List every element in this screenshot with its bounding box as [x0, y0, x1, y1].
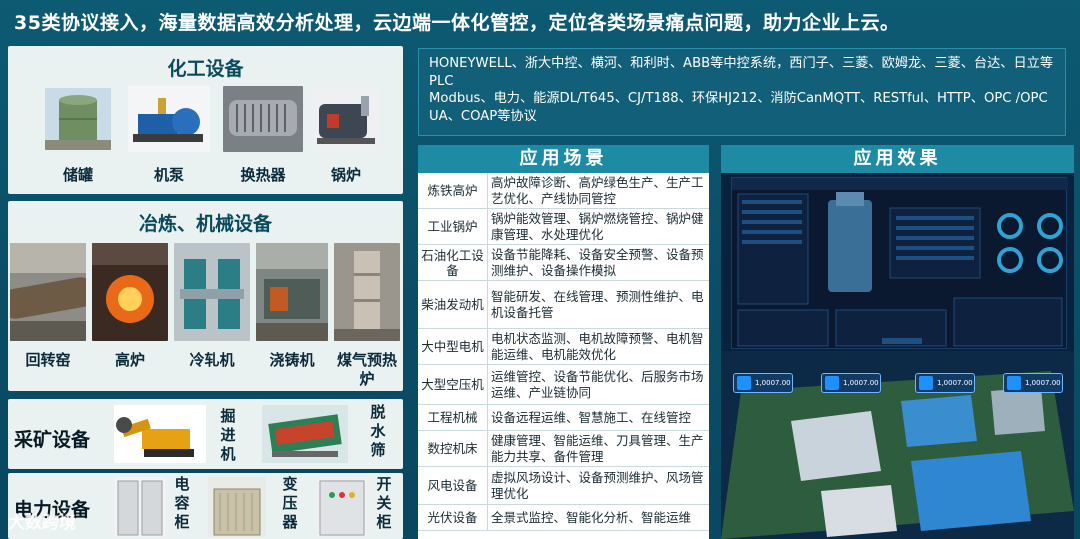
page-headline: 35类协议接入，海量数据高效分析处理，云边端一体化管控，定位各类场景痛点问题，助… — [14, 12, 900, 34]
protocol-systems-text: HONEYWELL、浙大中控、横河、和利时、ABB等中控系统，西门子、三菱、欧姆… — [429, 56, 1054, 89]
metallurgy-item-rotary-kiln: 回转窑 — [25, 351, 71, 369]
metallurgy-item-gas-preheater: 煤气预热炉 — [336, 351, 397, 388]
mining-panel-title: 采矿设备 — [14, 429, 91, 451]
row-key: 石油化工设备 — [418, 245, 488, 280]
row-key: 工程机械 — [418, 405, 488, 430]
application-scenarios-table: 应用场景 炼铁高炉 高炉故障诊断、高炉绿色生产、生产工艺优化、产线协同管控 工业锅… — [418, 145, 709, 539]
rotary-kiln-image — [10, 243, 86, 341]
metallurgy-equipment-panel: 冶炼、机械设备 回转窑 高炉 冷轧机 浇铸机 煤气预热炉 — [8, 201, 403, 391]
row-value: 智能研发、在线管理、预测性维护、电机设备托管 — [491, 289, 704, 320]
mining-equipment-panel: 采矿设备 掘进机 脱水筛 — [8, 399, 403, 469]
table-row: 风电设备 虚拟风场设计、设备预测维护、风场管理优化 — [418, 467, 709, 505]
mining-item-dewatering-screen: 脱水筛 — [370, 403, 386, 459]
roadheader-image — [114, 405, 206, 463]
chemical-item-pump: 机泵 — [153, 166, 184, 184]
dewatering-screen-image — [262, 405, 348, 463]
row-key: 大型空压机 — [418, 365, 488, 404]
stat-card-value: 1,0007.00 — [755, 379, 791, 387]
watermark-text: 大数跨境 — [8, 513, 76, 533]
table-row: 柴油发动机 智能研发、在线管理、预测性维护、电机设备托管 — [418, 281, 709, 329]
row-key: 光伏设备 — [418, 505, 488, 530]
metallurgy-item-cold-rolling-mill: 冷轧机 — [189, 351, 235, 369]
switch-cabinet-image — [316, 477, 368, 537]
chemical-item-boiler: 锅炉 — [330, 166, 361, 184]
row-key: 柴油发动机 — [418, 281, 488, 328]
protocol-support-box: HONEYWELL、浙大中控、横河、和利时、ABB等中控系统，西门子、三菱、欧姆… — [418, 48, 1066, 136]
casting-machine-image — [256, 243, 328, 341]
table-row: 大型空压机 运维管控、设备节能优化、后服务市场运维、产业链协同 — [418, 365, 709, 405]
capacitor-cabinet-image — [114, 477, 166, 537]
stat-card-icon — [825, 376, 839, 390]
table-row: 工业锅炉 锅炉能效管理、锅炉燃烧管控、锅炉健康管理、水处理优化 — [418, 209, 709, 245]
stat-card-icon — [737, 376, 751, 390]
application-effect-panel: 应用效果 1,0007.00 1,0007.00 1,0007.00 1,000… — [721, 145, 1074, 539]
transformer-image — [208, 477, 266, 537]
table-row: 数控机床 健康管理、智能运维、刀具管理、生产能力共享、备件管理 — [418, 431, 709, 467]
application-scenarios-title: 应用场景 — [418, 145, 709, 173]
power-item-transformer: 变压器 — [282, 475, 298, 531]
metallurgy-panel-title: 冶炼、机械设备 — [138, 213, 272, 235]
row-value: 锅炉能效管理、锅炉燃烧管控、锅炉健康管理、水处理优化 — [491, 211, 704, 242]
table-row: 炼铁高炉 高炉故障诊断、高炉绿色生产、生产工艺优化、产线协同管控 — [418, 173, 709, 209]
row-value: 健康管理、智能运维、刀具管理、生产能力共享、备件管理 — [491, 433, 704, 464]
table-row: 大中型电机 电机状态监测、电机故障预警、电机智能运维、电机能效优化 — [418, 329, 709, 365]
row-value: 全景式监控、智能化分析、智能运维 — [491, 509, 692, 525]
chemical-item-storage-tank: 储罐 — [62, 166, 93, 184]
row-value: 设备远程运维、智慧施工、在线管控 — [491, 409, 692, 425]
storage-tank-image — [45, 88, 111, 150]
stat-card: 1,0007.00 — [915, 373, 975, 393]
blast-furnace-image — [92, 243, 168, 341]
chemical-item-heat-exchanger: 换热器 — [240, 166, 286, 184]
chemical-equipment-panel: 化工设备 储罐 机泵 换热器 锅炉 — [8, 46, 403, 194]
row-value: 电机状态监测、电机故障预警、电机智能运维、电机能效优化 — [491, 331, 704, 362]
row-key: 数控机床 — [418, 431, 488, 466]
table-row: 光伏设备 全景式监控、智能化分析、智能运维 — [418, 505, 709, 531]
row-value: 设备节能降耗、设备安全预警、设备预测维护、设备操作模拟 — [491, 247, 704, 278]
mining-item-roadheader: 掘进机 — [220, 407, 236, 463]
stat-card-value: 1,0007.00 — [1025, 379, 1061, 387]
row-value: 运维管控、设备节能优化、后服务市场运维、产业链协同 — [491, 369, 704, 400]
stat-card-icon — [1007, 376, 1021, 390]
row-key: 工业锅炉 — [418, 209, 488, 244]
stat-card: 1,0007.00 — [821, 373, 881, 393]
stat-card-icon — [919, 376, 933, 390]
row-key: 风电设备 — [418, 467, 488, 504]
row-key: 炼铁高炉 — [418, 173, 488, 208]
heat-exchanger-image — [223, 86, 303, 152]
gas-preheater-image — [334, 243, 400, 341]
power-item-capacitor-cabinet: 电容柜 — [174, 475, 190, 531]
protocol-standards-text: Modbus、电力、能源DL/T645、CJ/T188、环保HJ212、消防Ca… — [429, 91, 1048, 124]
power-item-switch-cabinet: 开关柜 — [376, 475, 392, 531]
pump-image — [128, 86, 210, 152]
stat-card: 1,0007.00 — [1003, 373, 1063, 393]
stat-card-value: 1,0007.00 — [937, 379, 973, 387]
dashboard-screenshot — [731, 177, 1068, 349]
stat-card-value: 1,0007.00 — [843, 379, 879, 387]
row-value: 虚拟风场设计、设备预测维护、风场管理优化 — [491, 470, 704, 501]
metallurgy-item-casting-machine: 浇铸机 — [269, 351, 315, 369]
stat-card: 1,0007.00 — [733, 373, 793, 393]
chemical-panel-title: 化工设备 — [167, 58, 244, 80]
metallurgy-item-blast-furnace: 高炉 — [114, 351, 145, 369]
table-row: 石油化工设备 设备节能降耗、设备安全预警、设备预测维护、设备操作模拟 — [418, 245, 709, 281]
row-key: 大中型电机 — [418, 329, 488, 364]
table-row: 工程机械 设备远程运维、智慧施工、在线管控 — [418, 405, 709, 431]
boiler-image — [313, 88, 379, 150]
application-effect-title: 应用效果 — [721, 145, 1074, 173]
row-value: 高炉故障诊断、高炉绿色生产、生产工艺优化、产线协同管控 — [491, 175, 704, 206]
cold-rolling-mill-image — [174, 243, 250, 341]
